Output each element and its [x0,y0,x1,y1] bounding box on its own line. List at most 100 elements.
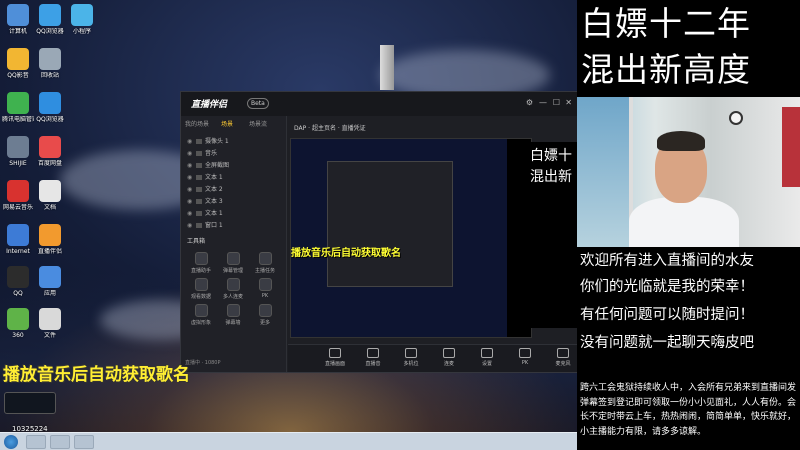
desktop-icon[interactable]: 百度网盘 [34,134,66,178]
banner-line1: 白嫖十二年 [581,4,751,43]
minimize-icon[interactable]: — [539,98,547,107]
corner-info: 10325224 [4,392,56,433]
desktop-icon-label: 百度网盘 [37,160,62,167]
tool-icon [226,252,240,265]
tool-button[interactable]: 虚拟形象 [187,304,215,326]
app-icon [7,224,29,246]
visibility-icon[interactable]: ◉ [187,162,193,169]
tool-button[interactable]: 主播任务 [251,252,279,274]
visibility-icon[interactable]: ◉ [187,186,193,193]
scene-label: 文本 2 [205,186,223,193]
webcam-feed [577,97,800,247]
desktop-icon[interactable]: 小程序 [66,2,98,46]
bottom-button-icon [519,348,531,358]
scene-item[interactable]: ◉ 文本 1 [187,208,277,217]
main-toolbar: DAP · 超主页名 · 直播凭证 [288,116,577,138]
app-icon [39,308,61,330]
bottom-button-label: PK [521,360,529,366]
scene-label: 文本 1 [205,210,223,217]
desktop-icon-label: QQ影音 [7,72,29,79]
streamer-hair [657,131,705,151]
desktop-icon[interactable]: Internet [2,222,34,266]
bottom-button[interactable]: 麦克风 [546,348,580,367]
desktop-icon[interactable]: 回收站 [34,46,66,90]
visibility-icon[interactable]: ◉ [187,150,193,157]
bottom-button[interactable]: 连麦 [432,348,466,367]
desktop-icon[interactable]: QQ浏览器 [34,2,66,46]
close-icon[interactable]: ✕ [565,98,572,107]
tool-button[interactable]: 更多 [251,304,279,326]
taskbar [0,432,577,450]
desktop-icon-label: 应用 [43,290,56,297]
overlay-line2: 混出新 [530,169,572,185]
tab-scene-flow[interactable]: 场景流 [249,119,267,128]
red-decor [782,107,800,187]
desktop-icon[interactable]: 文档 [34,178,66,222]
desktop-icon[interactable]: 网易云音乐 [2,178,34,222]
scene-item[interactable]: ◉ 文本 2 [187,184,277,193]
scene-tabs: 我的场景 场景 场景流 [185,119,282,131]
desktop-icon[interactable]: 文件 [34,306,66,350]
settings-icon[interactable]: ⚙ [526,98,533,107]
taskbar-app[interactable] [74,435,94,449]
info-line1: 欢迎所有进入直播间的水友 [580,253,754,269]
desktop-icon[interactable]: 应用 [34,264,66,308]
bottom-button[interactable]: 多机位 [394,348,428,367]
desktop-icon[interactable]: QQ影音 [2,46,34,90]
desktop-icon-label: 直播伴侣 [37,248,62,255]
tool-button[interactable]: 直播助手 [187,252,215,274]
visibility-icon[interactable]: ◉ [187,222,193,229]
bottom-button-icon [329,348,341,358]
scene-item[interactable]: ◉ 文本 1 [187,172,277,181]
desktop-icon[interactable]: 腾讯电脑管家 [2,90,34,134]
desktop-icon-label: 360 [12,332,24,339]
tab-my-scenes[interactable]: 我的场景 [185,119,209,128]
visibility-icon[interactable]: ◉ [187,174,193,181]
scene-item[interactable]: ◉ 音乐 [187,148,277,157]
bottom-button[interactable]: 直播音 [356,348,390,367]
desktop-icon[interactable]: 360 [2,306,34,350]
cam-window [577,97,633,247]
app-icon [7,92,29,114]
tab-scene[interactable]: 场景 [221,119,233,128]
tool-icon [226,278,240,291]
desktop-icon[interactable]: 计算机 [2,2,34,46]
desktop-icon-label: 回收站 [40,72,59,79]
info-small: 跨六工会鬼狱持续收人中，入会所有兄弟来到直播间发弹幕签到登记即可领取一份小小见面… [580,383,797,437]
scene-item[interactable]: ◉ 全屏截图 [187,160,277,169]
desktop-icon[interactable]: 直播伴侣 [34,222,66,266]
desktop-icon[interactable]: QQ浏览器 [34,90,66,134]
info-line4: 没有问题就一起聊天嗨皮吧 [580,335,754,351]
tool-button[interactable]: 多人连麦 [219,278,247,300]
tool-label: 直播助手 [190,268,211,274]
visibility-icon[interactable]: ◉ [187,138,193,145]
visibility-icon[interactable]: ◉ [187,210,193,217]
tool-label: 更多 [259,320,270,326]
taskbar-app[interactable] [26,435,46,449]
tool-icon [226,304,240,317]
taskbar-app[interactable] [50,435,70,449]
app-icon [7,308,29,330]
maximize-icon[interactable]: ☐ [553,98,560,107]
desktop-icon[interactable]: QQ [2,264,34,308]
scene-item[interactable]: ◉ 窗口 1 [187,220,277,229]
tool-button[interactable]: PK [251,278,279,299]
app-brand: 直播伴侣 [191,100,228,110]
bottom-button[interactable]: 设置 [470,348,504,367]
banner-line2: 混出新高度 [581,50,751,89]
titlebar: 直播伴侣 Beta ⚙ — ☐ ✕ [181,92,577,116]
tool-button[interactable]: 弹幕墙 [219,304,247,326]
tool-button[interactable]: 弹幕管理 [219,252,247,274]
start-button[interactable] [4,435,18,449]
visibility-icon[interactable]: ◉ [187,198,193,205]
source-icon [196,223,202,228]
scene-item[interactable]: ◉ 摄像头 1 [187,136,277,145]
bottom-button[interactable]: 直播画面 [318,348,352,367]
scene-item[interactable]: ◉ 文本 3 [187,196,277,205]
desktop-icon[interactable]: SHIJIE [2,134,34,178]
bottom-button[interactable]: PK [508,348,542,366]
app-icon [7,136,29,158]
wall-clock [729,111,743,125]
bottom-button-label: 设置 [481,361,492,367]
tool-button[interactable]: 观看数据 [187,278,215,300]
